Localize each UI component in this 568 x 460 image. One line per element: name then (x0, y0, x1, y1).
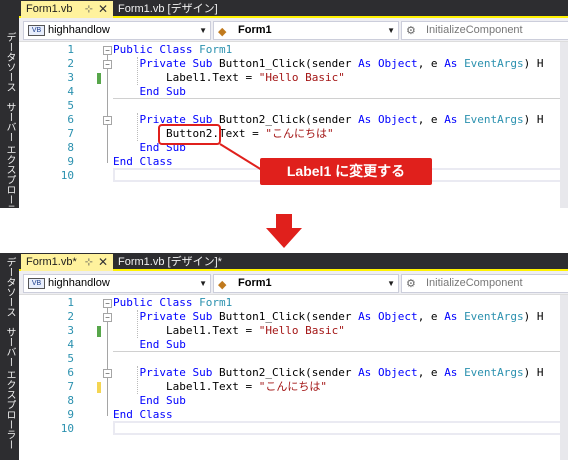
collapse-icon[interactable]: − (103, 369, 112, 378)
close-icon[interactable]: ✕ (97, 254, 109, 271)
line-number: 9 (67, 408, 74, 421)
line-number: 1 (67, 296, 74, 309)
code-line-3: Label1.Text = "Hello Basic" (165, 324, 345, 337)
editor-panel-after: データソース サーバー エクスプローラー Form1.vb* ⊹ ✕ Form1… (0, 253, 568, 460)
line-number: 4 (67, 338, 74, 351)
line-number: 3 (67, 324, 74, 337)
arrow-down-icon (266, 214, 302, 248)
code-line-7: Label1.Text = "こんにちは" (165, 380, 327, 393)
tab-form1-vb[interactable]: Form1.vb* ⊹ ✕ (21, 254, 113, 271)
chevron-down-icon: ▼ (199, 279, 207, 288)
line-number: 10 (60, 422, 74, 435)
scope-dropdown[interactable]: VB highhandlow ▼ (23, 274, 211, 293)
vertical-scrollbar[interactable] (560, 295, 568, 460)
chevron-down-icon: ▼ (387, 279, 395, 288)
collapse-icon[interactable]: − (103, 299, 112, 308)
code-line-4: End Sub (139, 338, 186, 351)
member-dropdown[interactable]: ⚙ InitializeComponent (401, 274, 568, 293)
line-number: 2 (67, 310, 74, 323)
code-editor[interactable]: 1 2 3 4 5 6 7 8 9 10 − − − Public Class … (19, 294, 568, 460)
navigation-bar: VB highhandlow ▼ ◆ Form1 ▼ ⚙ InitializeC… (19, 273, 568, 294)
collapse-icon[interactable]: − (103, 313, 112, 322)
editor-panel-before: データソース サーバー エクスプローラー Form1.vb ⊹ ✕ Form1.… (0, 0, 568, 208)
code-line-8: End Sub (139, 394, 186, 407)
code-line-2: Private Sub Button1_Click(sender As Obje… (139, 310, 544, 323)
method-lock-icon: ⚙ (406, 278, 416, 290)
class-value: Form1 (238, 277, 272, 289)
scope-value: highhandlow (48, 277, 110, 289)
code-line-6: Private Sub Button2_Click(sender As Obje… (139, 366, 544, 379)
unsaved-change-marker (97, 382, 101, 393)
current-line-highlight (113, 421, 568, 435)
saved-change-marker (97, 326, 101, 337)
vb-project-icon: VB (28, 278, 45, 289)
line-number: 8 (67, 394, 74, 407)
side-toolwindow-strip[interactable]: データソース サーバー エクスプローラー (0, 253, 19, 460)
class-dropdown[interactable]: ◆ Form1 ▼ (213, 274, 399, 293)
line-number: 7 (67, 380, 74, 393)
side-toolwindow-label[interactable]: データソース サーバー エクスプローラー (3, 257, 16, 450)
tab-form1-design[interactable]: Form1.vb [デザイン]* (113, 254, 233, 271)
line-number: 6 (67, 366, 74, 379)
member-value: InitializeComponent (426, 277, 523, 289)
class-icon: ◆ (218, 279, 227, 291)
callout-label: Label1 に変更する (260, 158, 432, 185)
document-tab-bar: Form1.vb* ⊹ ✕ Form1.vb [デザイン]* (19, 253, 568, 271)
tab-label: Form1.vb* (26, 256, 77, 268)
code-line-1: Public Class Form1 (113, 296, 233, 309)
line-number: 5 (67, 352, 74, 365)
code-line-9: End Class (113, 408, 173, 421)
outline-guide (107, 306, 108, 416)
pin-icon[interactable]: ⊹ (83, 254, 95, 271)
